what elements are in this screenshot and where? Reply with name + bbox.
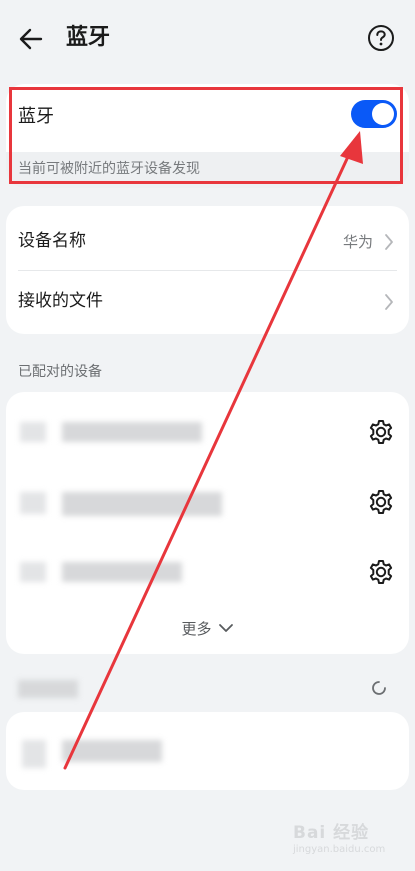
device-settings-card: 设备名称 华为 接收的文件 [6,206,409,334]
blurred-device-icon [20,562,46,582]
bluetooth-settings-page: 蓝牙 蓝牙 当前可被附近的蓝牙设备发现 设备名称 华为 接收的文件 已配对的设备… [0,0,415,871]
scanning-spinner-icon [372,681,386,695]
bluetooth-label: 蓝牙 [18,106,54,127]
paired-device-row[interactable] [6,532,409,610]
more-button[interactable]: 更多 [6,614,409,642]
blurred-section-title [18,680,78,698]
paired-device-row[interactable] [6,462,409,540]
gear-icon[interactable] [367,558,395,586]
bluetooth-toggle[interactable] [351,100,397,128]
received-files-row[interactable]: 接收的文件 [6,270,409,332]
bluetooth-description-bar: 当前可被附近的蓝牙设备发现 [6,152,409,188]
received-files-label: 接收的文件 [18,291,103,311]
toggle-knob [372,103,394,125]
page-title: 蓝牙 [66,25,111,50]
bluetooth-description: 当前可被附近的蓝牙设备发现 [18,161,200,177]
paired-devices-card: 更多 [6,392,409,654]
blurred-device-name [62,492,222,516]
paired-device-row[interactable] [6,392,409,470]
gear-icon[interactable] [367,418,395,446]
help-button[interactable] [367,24,395,52]
back-arrow-icon [19,28,43,50]
blurred-device-icon [22,740,46,768]
help-icon [368,25,394,51]
blurred-device-name [62,562,182,582]
chevron-down-icon [218,624,233,632]
blurred-device-name [62,422,202,442]
device-name-row[interactable]: 设备名称 华为 [6,210,409,272]
available-devices-card [6,712,409,790]
blurred-device-icon [20,492,46,514]
watermark-logo: Bai 经验 jingyan.baidu.com [293,818,393,862]
chevron-right-icon [385,294,393,310]
device-name-label: 设备名称 [18,231,86,251]
watermark-url: jingyan.baidu.com [293,844,386,855]
available-devices-header [0,670,415,710]
app-header: 蓝牙 [0,0,415,78]
device-name-value: 华为 [342,233,373,251]
more-label: 更多 [181,619,212,638]
paired-devices-title: 已配对的设备 [18,364,102,380]
available-device-row[interactable] [6,712,409,790]
watermark-brand: Bai 经验 [293,823,370,843]
back-button[interactable] [14,22,48,56]
blurred-device-name [62,740,162,762]
chevron-right-icon [385,234,393,250]
blurred-device-icon [20,422,46,442]
gear-icon[interactable] [367,488,395,516]
bluetooth-toggle-row[interactable]: 蓝牙 [6,84,409,152]
bluetooth-card: 蓝牙 当前可被附近的蓝牙设备发现 [6,84,409,188]
